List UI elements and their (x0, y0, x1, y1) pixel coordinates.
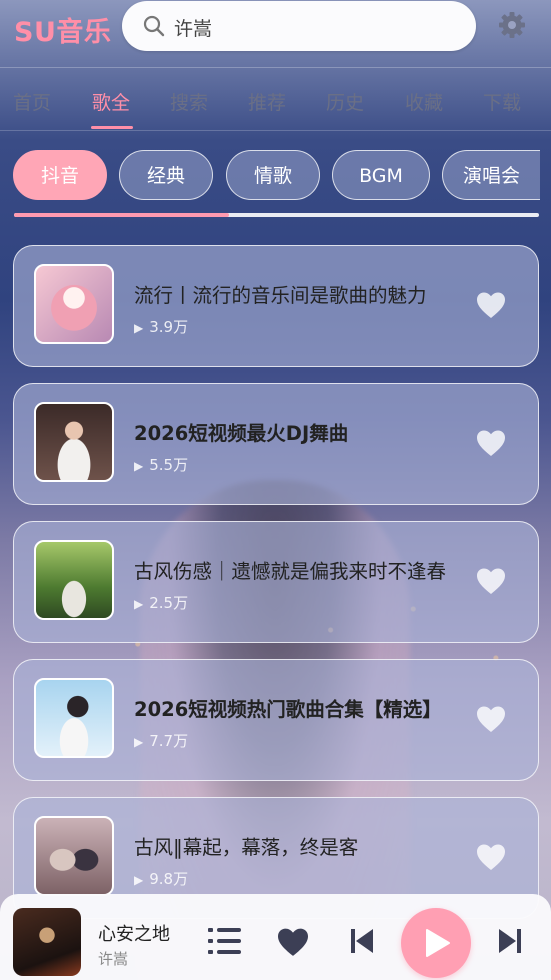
playlist-cover (34, 816, 114, 896)
playlist-title: 流行丨流行的音乐间是歌曲的魅力 (134, 284, 427, 307)
playlist-card[interactable]: 2026短视频热门歌曲合集【精选】 ▶ 7.7万 (13, 659, 539, 781)
tab-home[interactable]: 首页 (13, 88, 51, 115)
chip-douyin[interactable]: 抖音 (13, 150, 107, 200)
playlist-cover (34, 402, 114, 482)
active-tab-indicator (91, 126, 133, 129)
playlist-cover (34, 264, 114, 344)
tab-all-songs[interactable]: 歌全 (92, 88, 130, 115)
playlist-title: 2026短视频热门歌曲合集【精选】 (134, 698, 442, 721)
tab-history[interactable]: 历史 (326, 88, 364, 115)
playlist-title: 古风‖幕起，幕落，终是客 (134, 836, 359, 859)
now-playing-artist: 许嵩 (98, 950, 129, 968)
now-playing-title: 心安之地 (98, 924, 170, 945)
chip-concert[interactable]: 演唱会 (442, 150, 540, 200)
play-count: ▶ 2.5万 (134, 592, 188, 613)
tab-recommend[interactable]: 推荐 (248, 88, 286, 115)
settings-gear-icon[interactable] (497, 10, 527, 40)
play-icon: ▶ (134, 597, 144, 611)
category-chips: 抖音 经典 情歌 BGM 演唱会 (0, 150, 551, 204)
play-count-value: 9.8万 (149, 870, 189, 888)
favorite-heart-icon[interactable] (476, 705, 506, 733)
search-icon (143, 15, 165, 37)
now-playing-cover[interactable] (13, 908, 81, 976)
play-icon: ▶ (134, 873, 144, 887)
main-nav: 首页 歌全 搜索 推荐 历史 收藏 下载 (0, 67, 551, 131)
play-button[interactable] (401, 908, 471, 978)
play-icon: ▶ (134, 321, 144, 335)
chip-classic[interactable]: 经典 (119, 150, 213, 200)
playlist-title: 古风伤感｜遗憾就是偏我来时不逢春 (134, 560, 447, 583)
search-bar[interactable]: 许嵩 (122, 1, 476, 51)
chip-love-songs[interactable]: 情歌 (226, 150, 320, 200)
play-count-value: 7.7万 (149, 732, 189, 750)
favorite-heart-icon[interactable] (476, 429, 506, 457)
playlist-title: 2026短视频最火DJ舞曲 (134, 422, 349, 445)
play-count: ▶ 3.9万 (134, 316, 188, 337)
play-icon: ▶ (134, 735, 144, 749)
play-count-value: 5.5万 (149, 456, 189, 474)
playlist-card[interactable]: 2026短视频最火DJ舞曲 ▶ 5.5万 (13, 383, 539, 505)
tab-search[interactable]: 搜索 (170, 88, 208, 115)
playlist-cover (34, 678, 114, 758)
previous-track-icon[interactable] (351, 929, 373, 953)
play-count-value: 3.9万 (149, 318, 189, 336)
playlist-list-icon[interactable] (208, 928, 242, 954)
play-count: ▶ 5.5万 (134, 454, 188, 475)
play-count: ▶ 7.7万 (134, 730, 188, 751)
tab-downloads[interactable]: 下载 (483, 88, 521, 115)
playlist-card[interactable]: 古风伤感｜遗憾就是偏我来时不逢春 ▶ 2.5万 (13, 521, 539, 643)
app-logo: SU音乐 (14, 17, 112, 48)
chip-bgm[interactable]: BGM (332, 150, 430, 200)
favorite-heart-icon[interactable] (476, 567, 506, 595)
play-count-value: 2.5万 (149, 594, 189, 612)
chip-scroll-indicator (14, 213, 229, 217)
like-heart-icon[interactable] (276, 927, 310, 957)
playlist-cover (34, 540, 114, 620)
play-icon: ▶ (134, 459, 144, 473)
mini-player[interactable]: 心安之地 许嵩 (0, 894, 551, 980)
favorite-heart-icon[interactable] (476, 843, 506, 871)
favorite-heart-icon[interactable] (476, 291, 506, 319)
play-icon (426, 929, 450, 957)
playlist-card[interactable]: 流行丨流行的音乐间是歌曲的魅力 ▶ 3.9万 (13, 245, 539, 367)
play-count: ▶ 9.8万 (134, 868, 188, 889)
next-track-icon[interactable] (499, 929, 521, 953)
search-input[interactable]: 许嵩 (174, 14, 212, 41)
tab-favorites[interactable]: 收藏 (405, 88, 443, 115)
header: SU音乐 许嵩 (0, 0, 551, 66)
